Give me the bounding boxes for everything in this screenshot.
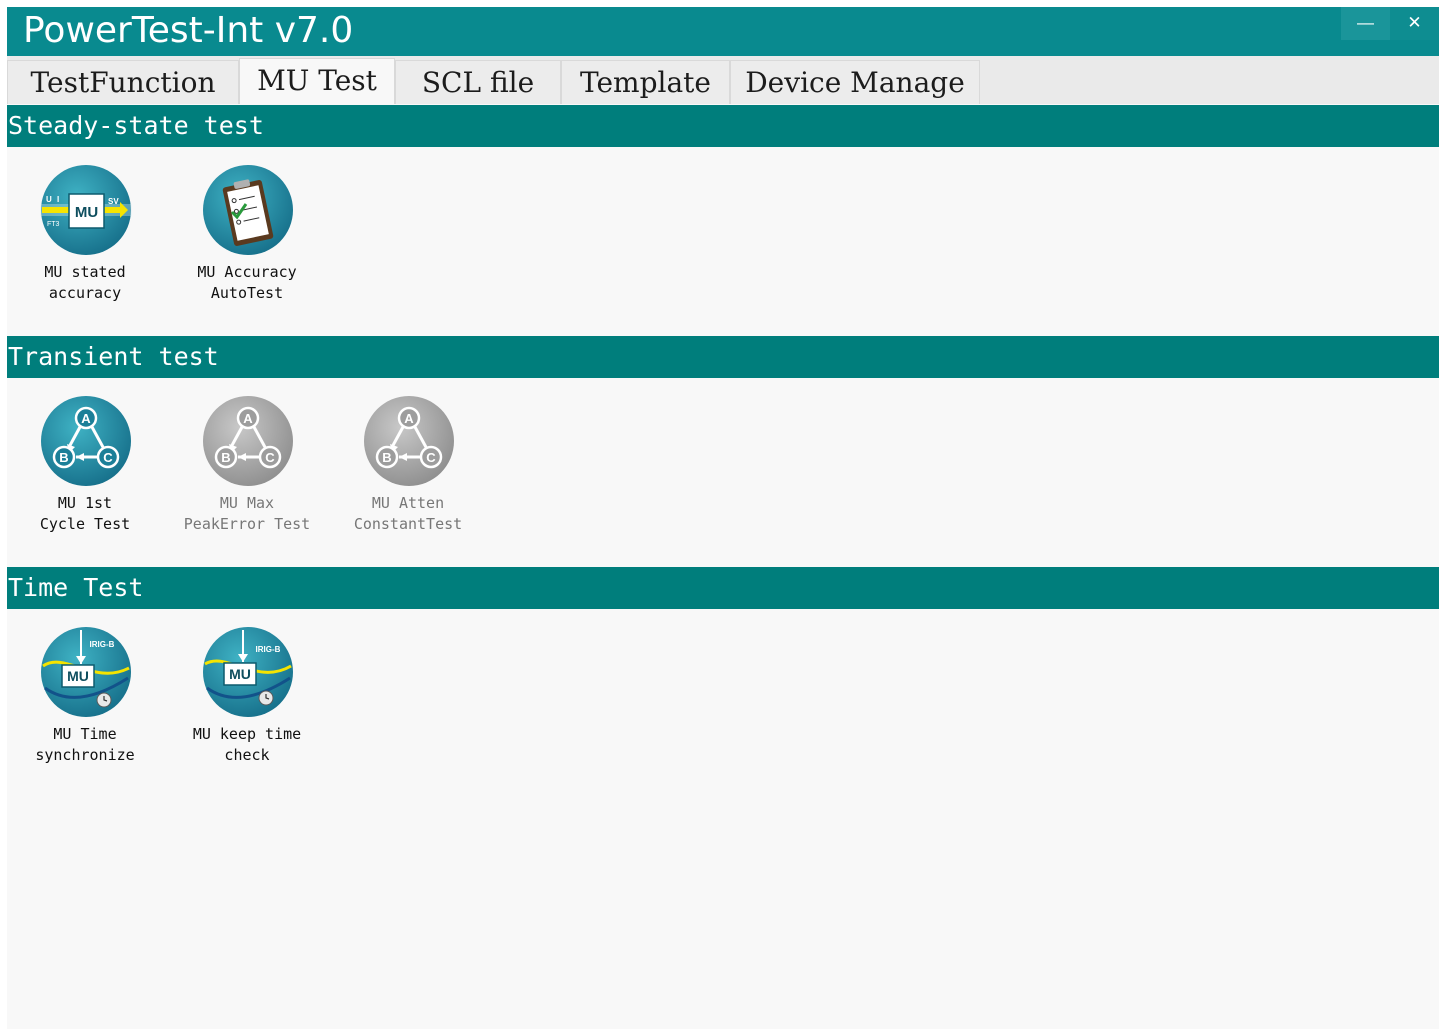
tile-mu-accuracy-autotest[interactable]: MU Accuracy AutoTest (172, 164, 322, 314)
tile-label: MU Time synchronize (35, 725, 135, 764)
section-title: Time Test (8, 573, 144, 602)
svg-text:B: B (221, 450, 230, 465)
abc-triangle-icon: A B C (41, 396, 131, 486)
section-header-steady-state: Steady-state test (7, 105, 1439, 147)
svg-text:MU: MU (229, 666, 251, 682)
svg-text:C: C (265, 450, 275, 465)
svg-text:A: A (243, 411, 253, 426)
tile-mu-atten-constanttest[interactable]: A B C MU Atten ConstantTest (333, 395, 483, 545)
tab-template[interactable]: Template (561, 60, 730, 104)
close-button[interactable]: ✕ (1390, 7, 1439, 40)
app-title: PowerTest-Int v7.0 (23, 10, 354, 51)
tile-label: MU keep time check (192, 725, 302, 764)
tile-label: MU 1st Cycle Test (39, 494, 131, 533)
svg-text:U: U (46, 195, 52, 204)
svg-text:MU: MU (67, 668, 89, 684)
tab-bar: TestFunction MU Test SCL file Template D… (7, 56, 1439, 104)
abc-triangle-icon: A B C (203, 396, 293, 486)
svg-text:B: B (59, 450, 68, 465)
svg-text:A: A (81, 411, 91, 426)
svg-text:IRIG-B: IRIG-B (90, 640, 115, 649)
title-bar[interactable]: PowerTest-Int v7.0 — ✕ (7, 7, 1439, 56)
abc-triangle-icon: A B C (364, 396, 454, 486)
mu-signal-flow-icon: MU U I FT3 SV (40, 165, 132, 255)
section-header-transient: Transient test (7, 336, 1439, 378)
tile-label: MU Atten ConstantTest (353, 494, 463, 533)
tile-mu-1st-cycle-test[interactable]: A B C MU 1st Cycle Test (10, 395, 160, 545)
tile-mu-time-synchronize[interactable]: IRIG-B MU MU Time synchronize (10, 626, 160, 776)
tile-label: MU Accuracy AutoTest (197, 263, 297, 302)
section-title: Steady-state test (8, 111, 264, 140)
window-controls: — ✕ (1341, 7, 1439, 40)
section-title: Transient test (8, 342, 219, 371)
app-window: PowerTest-Int v7.0 — ✕ TestFunction MU T… (7, 7, 1439, 1029)
tab-mu-test[interactable]: MU Test (239, 58, 395, 104)
svg-text:A: A (404, 411, 414, 426)
svg-text:MU: MU (75, 204, 98, 221)
tab-device-manage[interactable]: Device Manage (730, 60, 980, 104)
tab-testfunction[interactable]: TestFunction (7, 60, 239, 104)
minimize-button[interactable]: — (1341, 7, 1390, 40)
tile-mu-max-peakerror-test[interactable]: A B C MU Max PeakError Test (172, 395, 322, 545)
tile-label: MU Max PeakError Test (183, 494, 311, 533)
svg-text:SV: SV (108, 197, 119, 206)
tab-scl-file[interactable]: SCL file (395, 60, 561, 104)
tile-mu-stated-accuracy[interactable]: MU U I FT3 SV MU stated accuracy (10, 164, 160, 314)
tile-label: MU stated accuracy (44, 263, 126, 302)
irig-b-clock-icon: IRIG-B MU (203, 627, 293, 717)
svg-text:FT3: FT3 (47, 221, 60, 228)
svg-text:C: C (103, 450, 113, 465)
svg-text:B: B (382, 450, 391, 465)
svg-text:I: I (57, 195, 59, 204)
irig-b-clock-icon: IRIG-B MU (41, 627, 131, 717)
tile-mu-keep-time-check[interactable]: IRIG-B MU MU keep time check (172, 626, 322, 776)
svg-text:IRIG-B: IRIG-B (256, 645, 281, 654)
section-header-time-test: Time Test (7, 567, 1439, 609)
svg-text:C: C (426, 450, 436, 465)
clipboard-checklist-icon (203, 165, 293, 255)
